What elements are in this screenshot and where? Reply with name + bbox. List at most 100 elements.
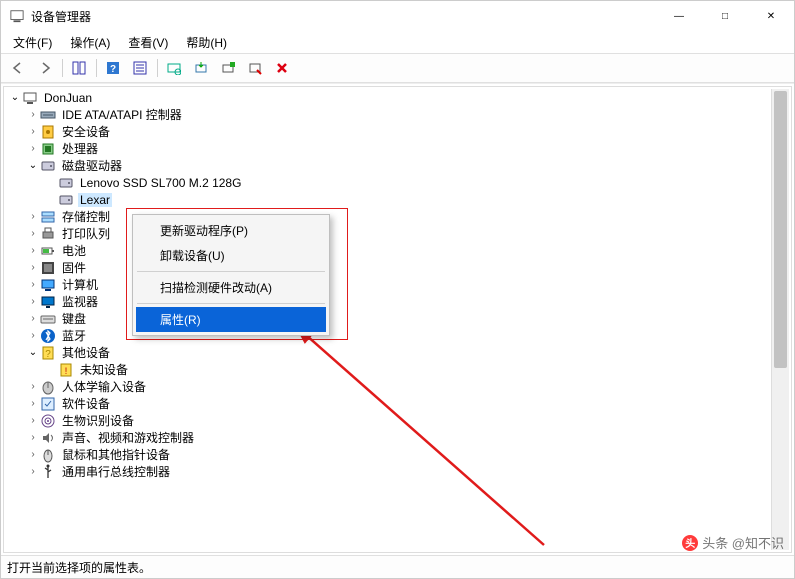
window-title: 设备管理器 (31, 8, 91, 25)
window-controls: — □ ✕ (656, 1, 794, 31)
expander-icon[interactable]: › (26, 295, 40, 309)
disk-item-icon (58, 192, 74, 208)
expander-icon[interactable]: › (26, 125, 40, 139)
svg-text:?: ? (110, 64, 116, 75)
tree-node-label: 软件设备 (60, 395, 112, 412)
usb-icon (40, 464, 56, 480)
context-menu-item[interactable]: 属性(R) (136, 307, 326, 332)
expander-icon[interactable]: › (26, 312, 40, 326)
tree-node-label: Lexar (78, 193, 112, 207)
unknown-device-icon: ! (58, 362, 74, 378)
expander-spacer (44, 193, 58, 207)
uninstall-icon[interactable] (215, 56, 241, 80)
vertical-scrollbar[interactable] (771, 89, 789, 550)
menu-view[interactable]: 查看(V) (120, 32, 176, 53)
tree-node[interactable]: ›计算机 (4, 276, 791, 293)
tree-node[interactable]: ›IDE ATA/ATAPI 控制器 (4, 106, 791, 123)
tree-node-label: 生物识别设备 (60, 412, 136, 429)
tree-node[interactable]: ›鼠标和其他指针设备 (4, 446, 791, 463)
tree-node[interactable]: ! 未知设备 (4, 361, 791, 378)
tree-node-label: 磁盘驱动器 (60, 157, 124, 174)
scrollbar-thumb[interactable] (774, 91, 787, 368)
tree-node-label: 声音、视频和游戏控制器 (60, 429, 196, 446)
minimize-button[interactable]: — (656, 1, 702, 31)
other-device-icon: ? (40, 345, 56, 361)
show-hide-icon[interactable] (66, 56, 92, 80)
tree-node[interactable]: ⌄ 磁盘驱动器 (4, 157, 791, 174)
security-device-icon (40, 124, 56, 140)
close-button[interactable]: ✕ (748, 1, 794, 31)
tree-node[interactable]: ›处理器 (4, 140, 791, 157)
svg-text:!: ! (65, 366, 68, 376)
tree-node[interactable]: › 通用串行总线控制器 (4, 463, 791, 480)
expander-icon[interactable]: › (26, 414, 40, 428)
update-driver-icon[interactable] (188, 56, 214, 80)
expander-icon[interactable]: › (26, 278, 40, 292)
toolbar-separator (96, 59, 97, 77)
maximize-button[interactable]: □ (702, 1, 748, 31)
tree-node[interactable]: › 安全设备 (4, 123, 791, 140)
expander-icon[interactable]: › (26, 261, 40, 275)
tree-node-label: 未知设备 (78, 361, 130, 378)
keyboard-icon (40, 311, 56, 327)
context-menu-item[interactable]: 卸载设备(U) (136, 243, 326, 268)
context-menu-item[interactable]: 更新驱动程序(P) (136, 218, 326, 243)
storage-ctrl-icon (40, 209, 56, 225)
tree-node[interactable]: ›存储控制 (4, 208, 791, 225)
tree-node[interactable]: ›监视器 (4, 293, 791, 310)
tree-node[interactable]: › 蓝牙 (4, 327, 791, 344)
expander-icon[interactable]: › (26, 142, 40, 156)
menu-action[interactable]: 操作(A) (62, 32, 118, 53)
tree-node[interactable]: ›键盘 (4, 310, 791, 327)
bluetooth-icon (40, 328, 56, 344)
app-icon (9, 8, 25, 24)
expander-icon[interactable]: › (26, 465, 40, 479)
tree-node-label: 固件 (60, 259, 88, 276)
menu-file[interactable]: 文件(F) (5, 32, 60, 53)
tree-node[interactable]: › 固件 (4, 259, 791, 276)
tree-node-label: 打印队列 (60, 225, 112, 242)
back-icon[interactable] (5, 56, 31, 80)
tree-node-label: Lenovo SSD SL700 M.2 128G (78, 176, 243, 190)
tree-node-label: 蓝牙 (60, 327, 88, 344)
expander-icon[interactable]: › (26, 448, 40, 462)
expander-icon[interactable]: › (26, 108, 40, 122)
tree-root[interactable]: ⌄DonJuan (4, 89, 791, 106)
hid-icon (40, 379, 56, 395)
biometric-icon (40, 413, 56, 429)
context-menu-item[interactable]: 扫描检测硬件改动(A) (136, 275, 326, 300)
tree-node[interactable]: Lexar (4, 191, 791, 208)
tree-node-label: 安全设备 (60, 123, 112, 140)
expander-icon[interactable]: ⌄ (26, 159, 40, 173)
software-device-icon (40, 396, 56, 412)
forward-icon[interactable] (32, 56, 58, 80)
tree-node[interactable]: › 人体学输入设备 (4, 378, 791, 395)
tree-node[interactable]: › 生物识别设备 (4, 412, 791, 429)
expander-icon[interactable]: › (26, 244, 40, 258)
tree-node[interactable]: › 软件设备 (4, 395, 791, 412)
expander-icon[interactable]: › (26, 380, 40, 394)
scan-hardware-icon[interactable] (161, 56, 187, 80)
expander-icon[interactable]: › (26, 227, 40, 241)
tree-node[interactable]: ⌄?其他设备 (4, 344, 791, 361)
tree-node-label: 人体学输入设备 (60, 378, 148, 395)
stop-icon[interactable] (269, 56, 295, 80)
expander-spacer (44, 176, 58, 190)
tree-node-label: 通用串行总线控制器 (60, 463, 172, 480)
tree-node[interactable]: Lenovo SSD SL700 M.2 128G (4, 174, 791, 191)
tree-node[interactable]: › 打印队列 (4, 225, 791, 242)
tree-node[interactable]: › 声音、视频和游戏控制器 (4, 429, 791, 446)
disk-icon (40, 158, 56, 174)
help-icon[interactable]: ? (100, 56, 126, 80)
menu-help[interactable]: 帮助(H) (178, 32, 235, 53)
expander-icon[interactable]: › (26, 431, 40, 445)
expander-icon[interactable]: ⌄ (8, 91, 22, 105)
expander-icon[interactable]: ⌄ (26, 346, 40, 360)
device-tree-container[interactable]: ⌄DonJuan›IDE ATA/ATAPI 控制器›安全设备›处理器⌄磁盘驱动… (3, 86, 792, 553)
expander-icon[interactable]: › (26, 210, 40, 224)
properties-icon[interactable] (127, 56, 153, 80)
expander-icon[interactable]: › (26, 397, 40, 411)
expander-icon[interactable]: › (26, 329, 40, 343)
disable-icon[interactable] (242, 56, 268, 80)
tree-node[interactable]: ›电池 (4, 242, 791, 259)
